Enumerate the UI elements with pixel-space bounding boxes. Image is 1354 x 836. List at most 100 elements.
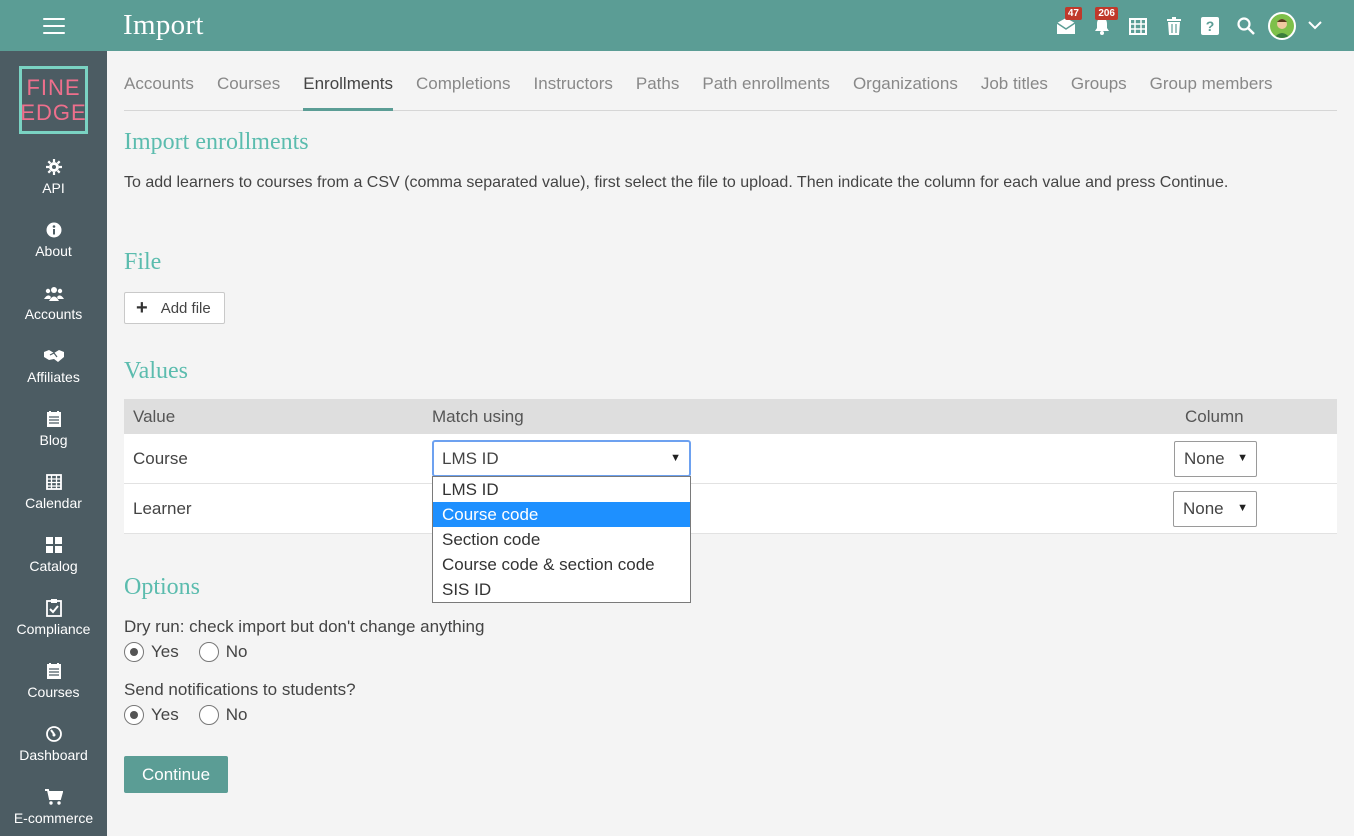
hamburger-icon	[42, 17, 65, 34]
sidebar-item-accounts[interactable]: Accounts	[0, 279, 107, 342]
tab-instructors[interactable]: Instructors	[534, 51, 613, 111]
header-value: Value	[133, 406, 176, 426]
sidebar-item-label: Compliance	[16, 621, 91, 637]
column-select-value: None	[1183, 499, 1224, 518]
help-icon: ?	[1201, 16, 1219, 35]
match-using-select[interactable]: LMS ID ▼	[432, 440, 691, 477]
sidebar-item-label: Affiliates	[27, 369, 80, 385]
sidebar-nav: API About Accounts Affiliates Blog Calen…	[0, 153, 107, 836]
calendar-icon	[45, 474, 62, 490]
description-text: To add learners to courses from a CSV (c…	[124, 174, 1229, 191]
sidebar-item-label: Courses	[27, 684, 80, 700]
sidebar-item-affiliates[interactable]: Affiliates	[0, 342, 107, 405]
notify-yes-radio[interactable]	[124, 705, 144, 725]
dry-run-yes-radio[interactable]	[124, 642, 144, 662]
users-icon	[43, 287, 64, 301]
messages-button[interactable]: 47	[1048, 0, 1084, 51]
notify-no-radio[interactable]	[198, 705, 219, 725]
caret-down-icon: ▼	[1237, 452, 1248, 464]
caret-down-icon: ▼	[1237, 502, 1248, 514]
sidebar-item-api[interactable]: API	[0, 153, 107, 216]
top-icons: 47 206 ?	[1048, 0, 1330, 51]
tab-enrollments[interactable]: Enrollments	[303, 51, 394, 111]
sidebar-item-catalog[interactable]: Catalog	[0, 531, 107, 594]
trash-icon	[1167, 16, 1181, 35]
logo[interactable]: FINE EDGE	[19, 66, 88, 134]
dry-run-no-radio[interactable]	[198, 642, 219, 662]
table-row: Learner None ▼	[124, 484, 1337, 534]
section-heading-values: Values	[124, 358, 188, 384]
option-course-code[interactable]: Course code	[433, 502, 690, 527]
section-heading-import: Import enrollments	[124, 129, 309, 155]
messages-badge: 47	[1064, 7, 1082, 20]
sidebar-item-ecommerce[interactable]: E-commerce	[0, 783, 107, 836]
option-course-and-section-code[interactable]: Course code & section code	[433, 552, 690, 577]
sidebar-item-compliance[interactable]: Compliance	[0, 594, 107, 657]
cart-icon	[44, 789, 63, 805]
page-title: Import	[123, 9, 204, 41]
table-header: Value Match using Column	[124, 399, 1337, 434]
help-button[interactable]: ?	[1192, 0, 1228, 51]
tab-courses[interactable]: Courses	[217, 51, 280, 111]
sidebar-item-label: Catalog	[29, 558, 78, 574]
avatar	[1268, 11, 1296, 40]
sidebar-item-about[interactable]: About	[0, 216, 107, 279]
values-table: Value Match using Column Course None ▼ L…	[124, 399, 1337, 534]
tab-completions[interactable]: Completions	[416, 51, 511, 111]
column-select-course[interactable]: None ▼	[1174, 441, 1257, 477]
clipboard-check-icon	[45, 599, 62, 617]
tab-organizations[interactable]: Organizations	[853, 51, 958, 111]
dry-run-yes-label: Yes	[151, 642, 179, 661]
tab-group-members[interactable]: Group members	[1150, 51, 1273, 111]
add-file-button[interactable]: + Add file	[124, 292, 225, 324]
tab-groups[interactable]: Groups	[1071, 51, 1127, 111]
info-icon	[46, 222, 61, 238]
sidebar-item-label: Accounts	[24, 306, 83, 322]
dry-run-radio-group: Yes No	[124, 642, 247, 662]
sidebar-item-courses[interactable]: Courses	[0, 657, 107, 720]
blog-icon	[46, 411, 61, 427]
grid-icon	[45, 537, 62, 553]
sidebar-item-label: E-commerce	[13, 810, 94, 826]
column-select-learner[interactable]: None ▼	[1173, 491, 1257, 527]
tab-paths[interactable]: Paths	[636, 51, 679, 111]
sidebar-item-label: Calendar	[25, 495, 82, 511]
logo-line2: EDGE	[20, 100, 87, 125]
calendar-button[interactable]	[1120, 0, 1156, 51]
option-sis-id[interactable]: SIS ID	[433, 577, 690, 602]
section-heading-options: Options	[124, 574, 201, 600]
sidebar-item-dashboard[interactable]: Dashboard	[0, 720, 107, 783]
search-button[interactable]	[1228, 0, 1264, 51]
dry-run-no-label: No	[225, 642, 248, 661]
tab-path-enrollments[interactable]: Path enrollments	[702, 51, 830, 111]
notifications-badge: 206	[1095, 7, 1118, 20]
hamburger-menu-button[interactable]	[0, 0, 107, 51]
tab-job-titles[interactable]: Job titles	[981, 51, 1048, 111]
user-menu-dropdown[interactable]	[1300, 0, 1330, 51]
import-tabs: Accounts Courses Enrollments Completions…	[124, 51, 1337, 111]
option-lms-id[interactable]: LMS ID	[433, 477, 690, 502]
section-heading-file: File	[124, 249, 162, 275]
user-menu-button[interactable]	[1264, 0, 1300, 51]
add-file-label: Add file	[160, 299, 211, 317]
table-row: Course None ▼	[124, 434, 1337, 484]
sidebar-item-calendar[interactable]: Calendar	[0, 468, 107, 531]
trash-button[interactable]	[1156, 0, 1192, 51]
notify-label: Send notifications to students?	[124, 680, 356, 699]
column-select-value: None	[1184, 449, 1225, 468]
search-icon	[1237, 16, 1255, 35]
caret-down-icon: ▼	[670, 452, 681, 464]
courses-icon	[46, 663, 61, 679]
sidebar-item-blog[interactable]: Blog	[0, 405, 107, 468]
sidebar-item-label: About	[35, 243, 72, 259]
row-value-learner: Learner	[133, 498, 192, 518]
notifications-button[interactable]: 206	[1084, 0, 1120, 51]
svg-text:?: ?	[1206, 18, 1215, 34]
notify-no-label: No	[225, 705, 248, 724]
plus-icon: +	[136, 297, 148, 319]
calendar-icon	[1129, 17, 1147, 35]
row-value-course: Course	[133, 448, 188, 468]
continue-button[interactable]: Continue	[124, 756, 228, 793]
option-section-code[interactable]: Section code	[433, 527, 690, 552]
tab-accounts[interactable]: Accounts	[124, 51, 194, 111]
